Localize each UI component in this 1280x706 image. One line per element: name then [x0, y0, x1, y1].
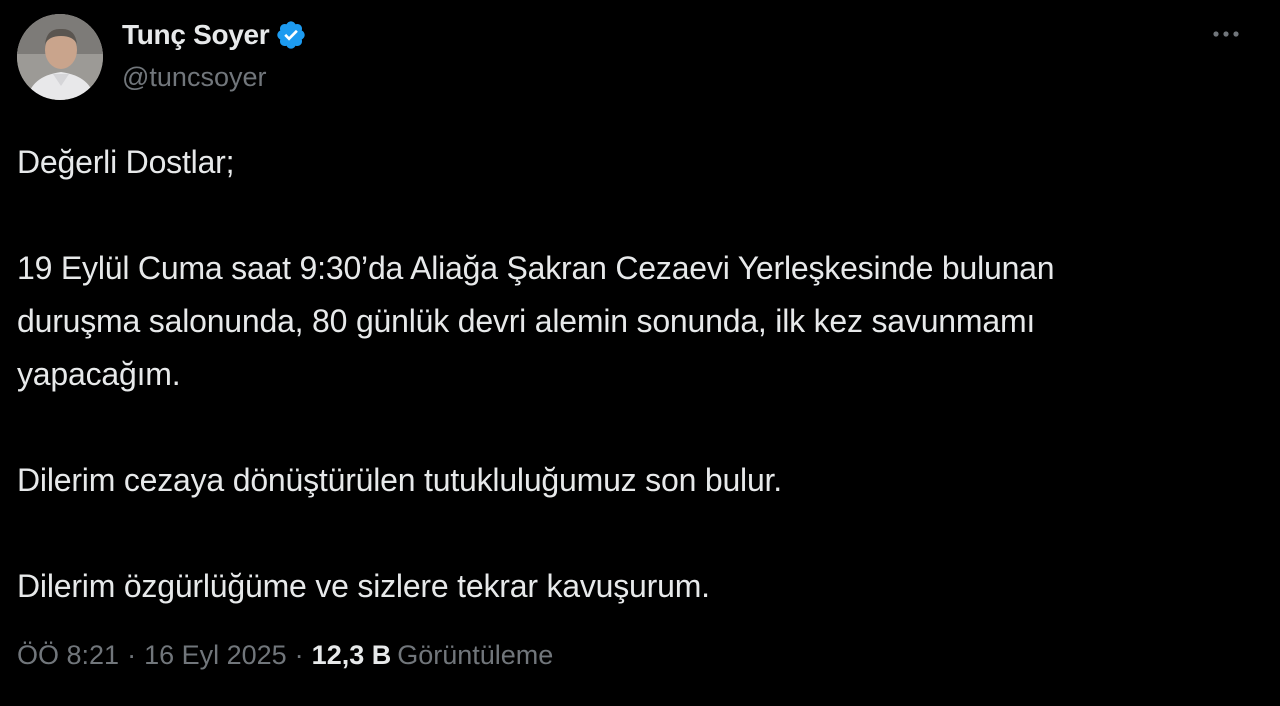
more-options-icon[interactable] — [1208, 22, 1244, 46]
verified-badge-icon — [275, 19, 307, 51]
meta-separator: · — [294, 640, 304, 670]
meta-separator: · — [127, 640, 137, 670]
avatar[interactable] — [17, 14, 103, 100]
tweet-paragraph: Değerli Dostlar; — [17, 144, 235, 180]
author-display-name[interactable]: Tunç Soyer — [122, 19, 270, 51]
tweet-text: Değerli Dostlar; 19 Eylül Cuma saat 9:30… — [17, 136, 1267, 613]
tweet-time[interactable]: ÖÖ 8:21 — [17, 640, 119, 671]
tweet-date[interactable]: 16 Eyl 2025 — [144, 640, 287, 671]
tweet-paragraph: Dilerim özgürlüğüme ve sizlere tekrar ka… — [17, 568, 710, 604]
tweet: Tunç Soyer @tuncsoyer Değerli Dostlar; 1… — [0, 0, 1280, 706]
tweet-meta: ÖÖ 8:21 · 16 Eyl 2025 · 12,3 B Görüntüle… — [17, 640, 553, 671]
author-handle[interactable]: @tuncsoyer — [122, 62, 266, 93]
tweet-paragraph: Dilerim cezaya dönüştürülen tutukluluğum… — [17, 462, 782, 498]
views-count: 12,3 B — [311, 640, 392, 670]
avatar-photo — [17, 14, 103, 100]
author-name-row: Tunç Soyer — [122, 16, 307, 54]
views-label: Görüntüleme — [397, 640, 554, 670]
tweet-paragraph: 19 Eylül Cuma saat 9:30’da Aliağa Şakran… — [17, 250, 1055, 392]
